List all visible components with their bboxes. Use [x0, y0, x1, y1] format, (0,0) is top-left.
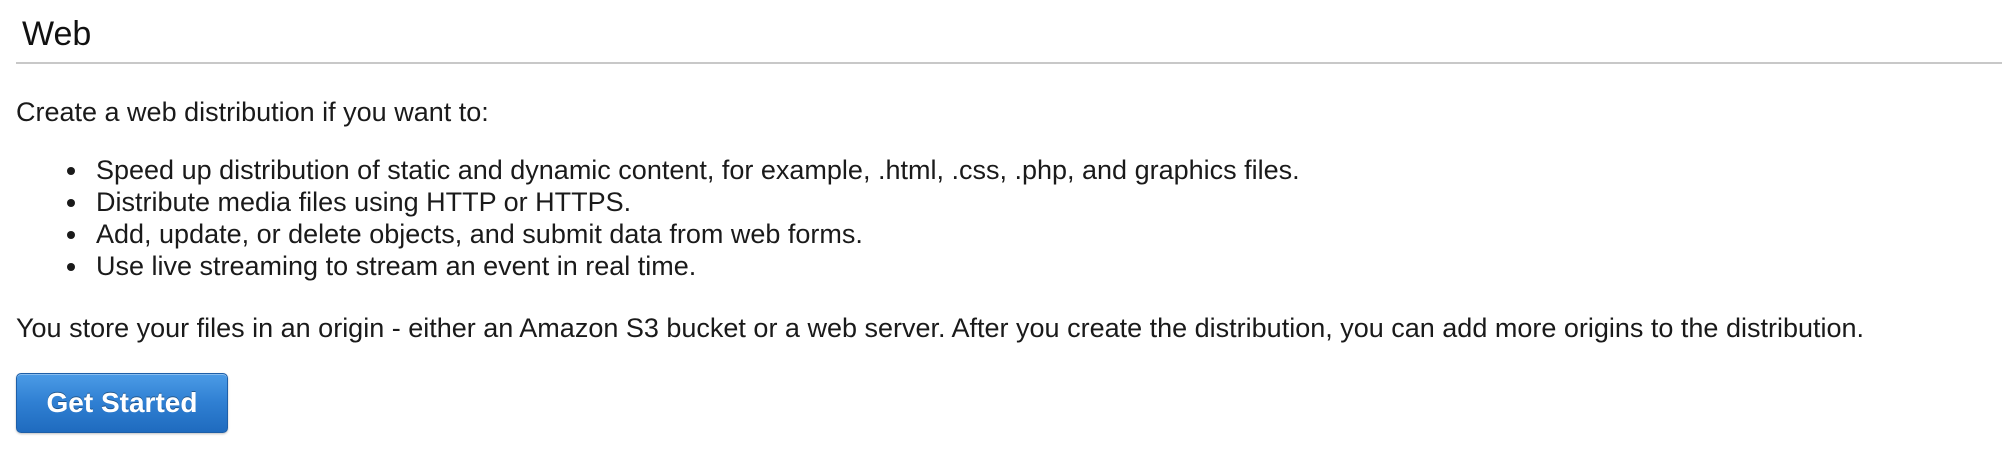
bullet-icon	[67, 263, 75, 271]
list-item-text: Distribute media files using HTTP or HTT…	[96, 187, 632, 217]
intro-text: Create a web distribution if you want to…	[16, 97, 489, 127]
list-item: Speed up distribution of static and dyna…	[16, 154, 1300, 186]
get-started-button[interactable]: Get Started	[16, 373, 228, 433]
bullet-icon	[67, 167, 75, 175]
list-item-text: Add, update, or delete objects, and subm…	[96, 219, 863, 249]
list-item-text: Speed up distribution of static and dyna…	[96, 155, 1300, 185]
bullet-icon	[67, 231, 75, 239]
web-distribution-panel: Web Create a web distribution if you wan…	[0, 0, 2002, 470]
section-title: Web	[22, 15, 92, 53]
list-item: Add, update, or delete objects, and subm…	[16, 218, 1300, 250]
bullet-icon	[67, 199, 75, 207]
section-header: Web	[16, 8, 2002, 64]
origin-info-text: You store your files in an origin - eith…	[16, 313, 1865, 343]
list-item: Distribute media files using HTTP or HTT…	[16, 186, 1300, 218]
list-item: Use live streaming to stream an event in…	[16, 250, 1300, 282]
list-item-text: Use live streaming to stream an event in…	[96, 251, 697, 281]
feature-list: Speed up distribution of static and dyna…	[16, 154, 1300, 282]
